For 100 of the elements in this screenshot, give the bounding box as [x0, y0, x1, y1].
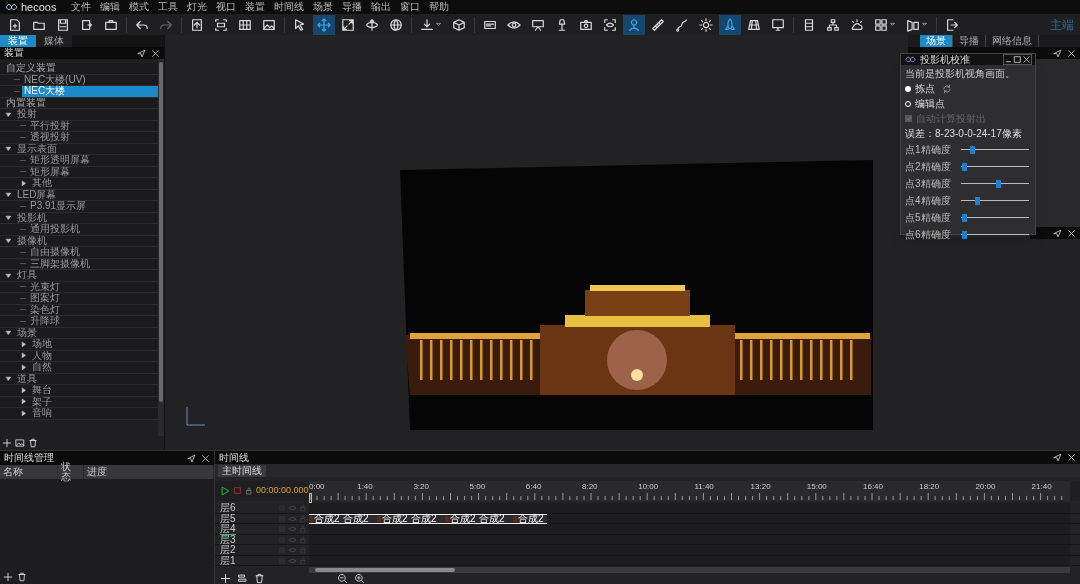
- timeline-tab[interactable]: 主时间线: [218, 464, 266, 477]
- add-icon[interactable]: [2, 438, 12, 448]
- caret-icon: [889, 21, 896, 28]
- timeline-clip[interactable]: 合成2: [479, 513, 513, 524]
- zoom-in-icon[interactable]: [354, 573, 365, 584]
- scrollbar-thumb[interactable]: [315, 567, 455, 572]
- layer-track[interactable]: 合成2 合成2 合成2 合成2 合成2 合成2 合成2: [309, 513, 1070, 524]
- layer-label[interactable]: 层4: [220, 523, 236, 535]
- tree-item[interactable]: NEC大楼: [22, 86, 158, 97]
- add-icon[interactable]: [3, 572, 13, 582]
- slider-thumb[interactable]: [962, 213, 968, 222]
- menu-item[interactable]: 场景: [313, 2, 334, 12]
- menu-item[interactable]: 编辑: [100, 2, 121, 12]
- pin-icon[interactable]: [1053, 228, 1062, 238]
- layer-track[interactable]: [309, 503, 1070, 513]
- pin-icon[interactable]: [1053, 453, 1062, 463]
- zoom-out-icon[interactable]: [337, 573, 348, 584]
- menu-item[interactable]: 时间线: [274, 2, 305, 12]
- panel-tab[interactable]: 装置: [0, 35, 36, 47]
- close-icon[interactable]: [201, 453, 210, 463]
- layer-track[interactable]: [309, 555, 1070, 566]
- layer-label[interactable]: 层6: [220, 503, 236, 514]
- close-icon[interactable]: [1067, 228, 1076, 238]
- collapsed-arrow-icon[interactable]: [20, 340, 27, 348]
- timeline-clip[interactable]: 合成2: [343, 513, 377, 524]
- layer-label[interactable]: 层5: [220, 513, 236, 524]
- pin-icon[interactable]: [137, 48, 146, 58]
- layer-label[interactable]: 层2: [220, 545, 236, 556]
- collapsed-arrow-icon[interactable]: [20, 363, 27, 371]
- expanded-arrow-icon[interactable]: [5, 329, 12, 337]
- menu-item[interactable]: 窗口: [400, 2, 421, 12]
- radio-button[interactable]: [905, 100, 911, 107]
- menu-item[interactable]: 文件: [71, 2, 92, 12]
- collapsed-arrow-icon[interactable]: [20, 409, 27, 417]
- toolbar-button[interactable]: [719, 14, 741, 35]
- timeline-ruler[interactable]: 0:00 1:40 3:20 5:00 6:40 8:20 10:00 11:40 13:20 15:00 16:40 18:20 20:00 21:40: [309, 480, 1070, 502]
- slider-thumb[interactable]: [974, 196, 980, 205]
- slider[interactable]: [961, 145, 1029, 154]
- expanded-arrow-icon[interactable]: [5, 375, 12, 383]
- trash-icon[interactable]: [17, 572, 27, 582]
- move-icon: [317, 17, 331, 32]
- menu-item[interactable]: 视口: [216, 2, 237, 12]
- timeline-clip[interactable]: 合成2: [377, 513, 411, 524]
- expanded-arrow-icon[interactable]: [5, 214, 12, 222]
- menu-item[interactable]: 装置: [245, 2, 266, 12]
- refresh-icon[interactable]: [942, 83, 952, 94]
- timeline-clip[interactable]: 合成2: [309, 513, 343, 524]
- panel-tab[interactable]: 场景: [920, 35, 953, 47]
- toolbar-button[interactable]: [313, 14, 335, 35]
- slider[interactable]: [961, 196, 1029, 205]
- close-icon[interactable]: [1067, 48, 1076, 58]
- playhead[interactable]: [309, 492, 312, 503]
- trash-icon[interactable]: [28, 438, 38, 448]
- close-icon[interactable]: [1067, 453, 1076, 463]
- menu-item[interactable]: 工具: [158, 2, 179, 12]
- trash-icon[interactable]: [254, 573, 265, 584]
- layer-track[interactable]: [309, 524, 1070, 534]
- menu-item[interactable]: 帮助: [429, 2, 450, 12]
- scrollbar-thumb[interactable]: [159, 62, 163, 402]
- panel-tab[interactable]: 媒体: [36, 35, 72, 47]
- close-icon[interactable]: [151, 48, 160, 58]
- expanded-arrow-icon[interactable]: [5, 237, 12, 245]
- play-icon[interactable]: [220, 485, 230, 496]
- collapsed-arrow-icon[interactable]: [20, 179, 27, 187]
- menu-item[interactable]: 灯光: [187, 2, 208, 12]
- menu-item[interactable]: 输出: [371, 2, 392, 12]
- column-header[interactable]: 名称: [0, 465, 58, 479]
- layer-stack-icon[interactable]: [237, 573, 248, 584]
- pin-icon[interactable]: [187, 453, 196, 463]
- menu-item[interactable]: 导播: [342, 2, 363, 12]
- slider[interactable]: [961, 179, 1029, 188]
- lock-icon[interactable]: [245, 486, 253, 495]
- collapsed-arrow-icon[interactable]: [20, 352, 27, 360]
- radio-button[interactable]: [905, 85, 911, 92]
- collapsed-arrow-icon[interactable]: [20, 398, 27, 406]
- expanded-arrow-icon[interactable]: [5, 271, 12, 279]
- layer-label[interactable]: 层3: [220, 534, 236, 545]
- toolbar-button[interactable]: [623, 14, 645, 35]
- maximize-icon[interactable]: [1013, 55, 1022, 64]
- menu-item[interactable]: 模式: [129, 2, 150, 12]
- add-icon[interactable]: [220, 573, 231, 584]
- close-icon[interactable]: [1022, 55, 1031, 64]
- expanded-arrow-icon[interactable]: [5, 110, 12, 118]
- column-header[interactable]: 进度: [84, 465, 214, 479]
- slider[interactable]: [961, 213, 1029, 222]
- slider[interactable]: [961, 230, 1029, 239]
- timeline-clip[interactable]: 合成2: [411, 513, 445, 524]
- layer-label[interactable]: 层1: [220, 555, 236, 566]
- slider[interactable]: [961, 162, 1029, 171]
- timeline-clip[interactable]: 合成2: [513, 513, 547, 524]
- collapsed-arrow-icon[interactable]: [20, 386, 27, 394]
- slider-thumb[interactable]: [962, 162, 968, 171]
- pin-icon[interactable]: [1053, 48, 1062, 58]
- timeline-clip[interactable]: 合成2: [445, 513, 479, 524]
- slider-thumb[interactable]: [970, 145, 976, 154]
- slider-thumb[interactable]: [962, 230, 968, 239]
- expanded-arrow-icon[interactable]: [5, 145, 12, 153]
- expanded-arrow-icon[interactable]: [5, 191, 12, 199]
- slider-thumb[interactable]: [995, 179, 1001, 188]
- image-icon[interactable]: [15, 438, 25, 448]
